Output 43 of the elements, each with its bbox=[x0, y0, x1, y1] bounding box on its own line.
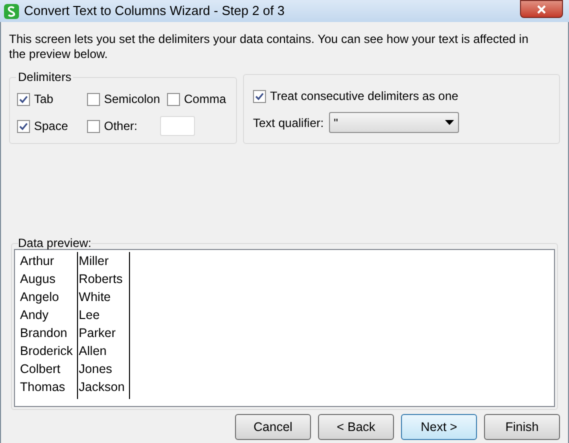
preview-cell-text: Andy bbox=[20, 307, 50, 324]
preview-cell-text: Broderick bbox=[20, 343, 73, 360]
checkbox-label: Space bbox=[34, 118, 68, 135]
preview-cell-text: Angelo bbox=[20, 289, 60, 306]
text-qualifier-dropdown[interactable]: " bbox=[328, 112, 459, 133]
checkbox[interactable] bbox=[87, 92, 100, 106]
checkbox-label: Tab bbox=[34, 91, 54, 108]
preview-cell-text: Jackson bbox=[78, 379, 125, 396]
checkbox[interactable] bbox=[17, 92, 30, 106]
group-title: Data preview: bbox=[18, 237, 92, 249]
checkbox[interactable] bbox=[17, 120, 30, 132]
checkbox-label: Treat consecutive delimiters as one bbox=[270, 88, 458, 105]
checkbox-label: Comma bbox=[184, 91, 226, 108]
preview-cell-text: White bbox=[78, 289, 112, 306]
dropdown-arrow-icon bbox=[444, 120, 454, 125]
dialog-button[interactable]: Finish bbox=[484, 414, 560, 440]
dialog-button[interactable]: Next > bbox=[401, 414, 477, 440]
checkbox-label: Semicolon bbox=[104, 91, 160, 108]
window-title: Convert Text to Columns Wizard - Step 2 of 3 bbox=[24, 2, 285, 20]
dialog-button[interactable]: < Back bbox=[318, 414, 394, 440]
preview-cell-text: Miller bbox=[78, 253, 110, 270]
intro-text: This screen lets you set the delimiters your data contains. You can see how your text is affected in the preview below. bbox=[9, 32, 530, 62]
close-icon bbox=[537, 4, 546, 14]
preview-cell-text: Lee bbox=[78, 307, 101, 324]
checkbox[interactable] bbox=[253, 90, 266, 102]
checkbox-label: Other: bbox=[104, 118, 138, 135]
preview-cell-text: Arthur bbox=[20, 253, 56, 270]
other-input[interactable] bbox=[160, 116, 195, 136]
text-qualifier-label: Text qualifier: bbox=[253, 114, 324, 132]
preview-cell-text: Allen bbox=[78, 343, 108, 360]
group-title: Delimiters bbox=[17, 69, 72, 86]
preview-cell-text: Jones bbox=[78, 361, 114, 378]
preview-cell-text: Colbert bbox=[20, 361, 62, 378]
preview-cell-text: Brandon bbox=[20, 325, 68, 342]
dialog-button[interactable]: Cancel bbox=[235, 414, 311, 440]
checkbox[interactable] bbox=[167, 92, 180, 106]
preview-cell-text: Parker bbox=[78, 325, 117, 342]
preview-cell-text: Thomas bbox=[20, 379, 66, 396]
app-logo-icon bbox=[4, 4, 19, 18]
preview-cell-text: Augus bbox=[20, 271, 56, 288]
close-button[interactable] bbox=[520, 0, 563, 18]
preview-cell-text: Roberts bbox=[78, 271, 124, 288]
checkbox[interactable] bbox=[87, 120, 100, 132]
